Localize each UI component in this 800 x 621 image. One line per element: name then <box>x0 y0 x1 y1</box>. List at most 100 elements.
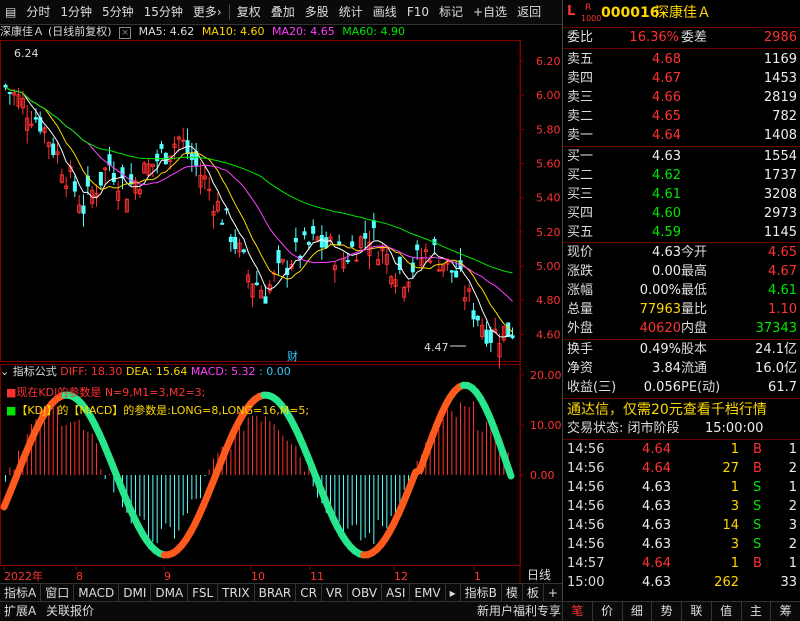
panel-switch-0[interactable]: 笔 <box>562 602 592 621</box>
tick-row: 14:564.641B1 <box>563 441 800 459</box>
panel-switch-6[interactable]: 主 <box>741 602 771 621</box>
tick-direction: B <box>753 555 762 573</box>
date-label: 12 <box>394 570 408 583</box>
tick-count: 2 <box>789 460 797 478</box>
stat-label: 涨跌 <box>567 263 593 281</box>
candle-body <box>8 93 11 94</box>
date-label: 10 <box>251 570 265 583</box>
ma10-label: MA10: 4.60 <box>202 25 265 38</box>
tab-fsl[interactable]: FSL <box>188 584 218 602</box>
tab-ban[interactable]: 板 <box>523 584 544 602</box>
toolbar-item-timeshare[interactable]: 分时 <box>21 0 55 24</box>
panel-switch-7[interactable]: 筹 <box>770 602 800 621</box>
tab-dma[interactable]: DMA <box>151 584 188 602</box>
toolbar-item-multistock[interactable]: 多股 <box>300 0 334 24</box>
logo-l: L <box>567 3 575 21</box>
toolbar-item-mark[interactable]: 标记 <box>434 0 468 24</box>
price-tick-label: 5.20 <box>536 226 561 239</box>
tab-indicator-a[interactable]: 指标A <box>0 584 41 602</box>
weicha-label: 委差 <box>681 29 707 47</box>
tab-dmi[interactable]: DMI <box>119 584 151 602</box>
tab-macd[interactable]: MACD <box>74 584 119 602</box>
indicator-tick-label: 10.00 <box>530 419 562 432</box>
toolbar-item-back[interactable]: 返回 <box>512 0 546 24</box>
tab-trix[interactable]: TRIX <box>218 584 254 602</box>
toolbar-item-more[interactable]: 更多› <box>188 0 227 24</box>
kdj-wave-segment <box>507 464 511 476</box>
finance-marker[interactable]: 财 <box>287 349 298 363</box>
date-label: 1 <box>474 570 481 583</box>
tick-count: 3 <box>789 517 797 535</box>
tab-scroll-icon[interactable]: ▸ <box>446 584 461 602</box>
tick-count: 2 <box>789 498 797 516</box>
panel-switch-1[interactable]: 价 <box>592 602 622 621</box>
stat-value: 0.00 <box>652 263 681 281</box>
buy-price: 4.61 <box>652 186 681 204</box>
sell-row: 卖三4.662819 <box>563 89 800 107</box>
stat-label: 流通 <box>681 360 707 378</box>
tick-count: 2 <box>789 536 797 554</box>
buy-price: 4.63 <box>652 148 681 166</box>
buy-row: 买一4.631554 <box>563 148 800 166</box>
indicator-collapse-icon[interactable]: ⌄ <box>0 365 9 378</box>
stat-value: 0.056 <box>644 379 681 397</box>
toolbar-item-adjust[interactable]: 复权 <box>232 0 266 24</box>
price-tick-label: 5.60 <box>536 158 561 171</box>
buy-label: 买一 <box>567 148 593 166</box>
tick-count: 1 <box>789 441 797 459</box>
stat-value: 0.49% <box>640 341 681 359</box>
toolbar-icon[interactable]: ▤ <box>0 0 21 24</box>
toolbar-item-add-watch[interactable]: +自选 <box>468 0 512 24</box>
candle-body <box>255 283 258 284</box>
candle-body <box>112 173 115 181</box>
toolbar-item-5min[interactable]: 5分钟 <box>97 0 139 24</box>
candle-body <box>320 235 323 247</box>
toolbar-item-1min[interactable]: 1分钟 <box>55 0 97 24</box>
trade-state: 交易状态: 闭市阶段 15:00:00 <box>563 420 800 438</box>
toolbar-item-f10[interactable]: F10 <box>402 0 434 24</box>
candle-body <box>82 206 85 213</box>
panel-switch-4[interactable]: 联 <box>681 602 711 621</box>
tab-emv[interactable]: EMV <box>410 584 445 602</box>
sell-label: 卖五 <box>567 51 593 69</box>
tab-indicator-b[interactable]: 指标B <box>461 584 502 602</box>
sell-price: 4.67 <box>652 70 681 88</box>
related-quotes[interactable]: 关联报价 <box>46 602 94 621</box>
candle-body <box>507 323 510 337</box>
tab-obv[interactable]: OBV <box>348 584 383 602</box>
tick-row: 15:004.6326233 <box>563 574 800 592</box>
sell-volume: 2819 <box>764 89 797 107</box>
expand-a[interactable]: 扩展A <box>4 602 36 621</box>
date-label: 11 <box>310 570 324 583</box>
new-user-promo[interactable]: 新用户福利专享 <box>477 602 561 621</box>
tab-cr[interactable]: CR <box>296 584 322 602</box>
promo-banner[interactable]: 通达信，仅需20元查看千档行情 <box>563 401 800 419</box>
zoom-in-button[interactable]: + <box>544 584 563 602</box>
tick-time: 14:56 <box>567 441 604 459</box>
tab-vr[interactable]: VR <box>322 584 348 602</box>
date-label: 2022年 <box>4 569 43 583</box>
date-label: 9 <box>164 570 171 583</box>
candle-body <box>73 182 76 191</box>
sell-label: 卖四 <box>567 70 593 88</box>
close-icon[interactable]: × <box>119 27 131 39</box>
tab-brar[interactable]: BRAR <box>255 584 297 602</box>
toolbar-item-stats[interactable]: 统计 <box>334 0 368 24</box>
stock-header: L R 1000 000016 深康佳Ａ <box>563 3 800 25</box>
tab-window[interactable]: 窗口 <box>41 584 74 602</box>
panel-switch-5[interactable]: 值 <box>711 602 741 621</box>
tab-asi[interactable]: ASI <box>382 584 410 602</box>
stat-row: 换手0.49%股本24.1亿 <box>563 341 800 359</box>
sell-label: 卖一 <box>567 127 593 145</box>
tick-direction: S <box>753 536 761 554</box>
tab-mo[interactable]: 模 <box>502 584 523 602</box>
tick-volume: 27 <box>722 460 739 478</box>
kline-chart[interactable]: 6.206.005.805.605.405.205.004.804.60 20.… <box>0 40 562 583</box>
toolbar-item-draw[interactable]: 画线 <box>368 0 402 24</box>
stat-label: 内盘 <box>681 320 707 338</box>
toolbar-item-overlay[interactable]: 叠加 <box>266 0 300 24</box>
panel-switch-2[interactable]: 细 <box>622 602 652 621</box>
buy-price: 4.59 <box>652 224 681 242</box>
panel-switch-3[interactable]: 势 <box>651 602 681 621</box>
toolbar-item-15min[interactable]: 15分钟 <box>139 0 188 24</box>
